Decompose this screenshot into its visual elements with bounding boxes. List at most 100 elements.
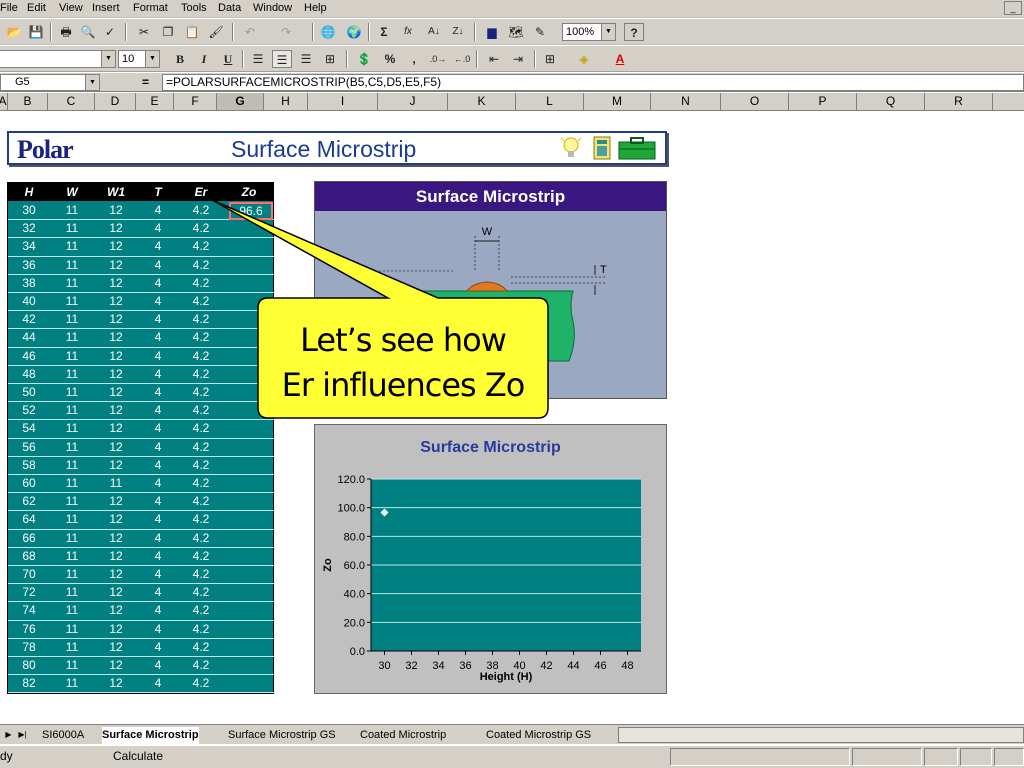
redo-icon[interactable]: ↷ bbox=[276, 23, 296, 41]
table-cell[interactable]: 4.2 bbox=[178, 585, 224, 599]
selected-cell[interactable]: 96.6 bbox=[229, 202, 273, 220]
undo-icon[interactable]: ↶ bbox=[240, 23, 260, 41]
table-cell[interactable]: 4 bbox=[138, 603, 178, 617]
table-cell[interactable]: 54 bbox=[8, 421, 50, 435]
table-cell[interactable]: 4 bbox=[138, 567, 178, 581]
table-cell[interactable]: 12 bbox=[94, 221, 138, 235]
table-cell[interactable]: 4 bbox=[138, 549, 178, 563]
formula-input[interactable]: =POLARSURFACEMICROSTRIP(B5,C5,D5,E5,F5) bbox=[162, 74, 1024, 91]
table-cell[interactable]: 82 bbox=[8, 676, 50, 690]
table-cell[interactable]: 11 bbox=[50, 367, 94, 381]
table-cell[interactable]: 12 bbox=[94, 440, 138, 454]
menu-data[interactable]: Data bbox=[218, 2, 241, 14]
print-icon[interactable]: 🖶 bbox=[56, 23, 76, 41]
table-cell[interactable]: 4.2 bbox=[178, 512, 224, 526]
table-cell[interactable]: 38 bbox=[8, 276, 50, 290]
column-header-k[interactable]: K bbox=[448, 93, 516, 110]
table-cell[interactable]: 44 bbox=[8, 330, 50, 344]
table-cell[interactable]: 11 bbox=[50, 403, 94, 417]
table-cell[interactable]: 4.2 bbox=[178, 549, 224, 563]
table-cell[interactable]: 12 bbox=[94, 603, 138, 617]
underline-button[interactable]: U bbox=[218, 50, 238, 68]
table-cell[interactable]: 48 bbox=[8, 367, 50, 381]
table-cell[interactable]: 36 bbox=[8, 258, 50, 272]
help-icon[interactable]: ? bbox=[624, 23, 644, 41]
format-painter-icon[interactable]: 🖌 bbox=[206, 23, 226, 41]
table-cell[interactable]: 60 bbox=[8, 476, 50, 490]
table-cell[interactable]: 11 bbox=[50, 585, 94, 599]
table-cell[interactable]: 42 bbox=[8, 312, 50, 326]
table-cell[interactable]: 11 bbox=[50, 640, 94, 654]
table-cell[interactable]: 4 bbox=[138, 203, 178, 217]
percent-button[interactable]: % bbox=[380, 50, 400, 68]
bold-button[interactable]: B bbox=[170, 50, 190, 68]
table-cell[interactable]: 4 bbox=[138, 294, 178, 308]
font-size-select[interactable]: 10 ▼ bbox=[118, 50, 160, 68]
table-cell[interactable]: 68 bbox=[8, 549, 50, 563]
table-cell[interactable]: 64 bbox=[8, 512, 50, 526]
lightbulb-icon[interactable] bbox=[560, 137, 582, 157]
table-cell[interactable]: 11 bbox=[50, 622, 94, 636]
align-left-icon[interactable]: ☰ bbox=[248, 50, 268, 68]
decrease-decimal-icon[interactable]: ←.0 bbox=[452, 50, 472, 68]
menu-insert[interactable]: Insert bbox=[92, 2, 120, 14]
table-cell[interactable]: 52 bbox=[8, 403, 50, 417]
table-cell[interactable]: 30 bbox=[8, 203, 50, 217]
table-cell[interactable]: 12 bbox=[94, 421, 138, 435]
table-cell[interactable]: 4 bbox=[138, 658, 178, 672]
toolbox-icon[interactable] bbox=[618, 137, 656, 160]
last-sheet-icon[interactable]: ▶| bbox=[16, 727, 29, 742]
table-cell[interactable]: 12 bbox=[94, 258, 138, 272]
table-cell[interactable]: 12 bbox=[94, 349, 138, 363]
column-header-n[interactable]: N bbox=[651, 93, 721, 110]
sheet-tab[interactable]: Coated Microstrip GS bbox=[486, 727, 591, 744]
table-cell[interactable]: 12 bbox=[94, 658, 138, 672]
table-cell[interactable]: 4 bbox=[138, 622, 178, 636]
column-header-d[interactable]: D bbox=[95, 93, 136, 110]
table-cell[interactable]: 12 bbox=[94, 403, 138, 417]
table-cell[interactable]: 4.2 bbox=[178, 403, 224, 417]
copy-icon[interactable]: ❐ bbox=[158, 23, 178, 41]
zoom-select[interactable]: 100% ▼ bbox=[562, 23, 616, 41]
drawing-icon[interactable]: ✎ bbox=[530, 23, 550, 41]
table-cell[interactable]: 4 bbox=[138, 276, 178, 290]
table-cell[interactable]: 4 bbox=[138, 385, 178, 399]
minimize-window-icon[interactable]: _ bbox=[1004, 1, 1022, 15]
table-cell[interactable]: 12 bbox=[94, 640, 138, 654]
chevron-down-icon[interactable]: ▼ bbox=[601, 24, 615, 40]
sheet-tab[interactable]: SI6000A bbox=[42, 727, 84, 744]
table-cell[interactable]: 58 bbox=[8, 458, 50, 472]
table-cell[interactable]: 4.2 bbox=[178, 603, 224, 617]
menu-edit[interactable]: Edit bbox=[27, 2, 46, 14]
table-cell[interactable]: 12 bbox=[94, 385, 138, 399]
table-cell[interactable]: 12 bbox=[94, 585, 138, 599]
horizontal-scrollbar[interactable] bbox=[618, 727, 1024, 743]
table-cell[interactable]: 4 bbox=[138, 494, 178, 508]
zo-chart[interactable]: Surface Microstrip 0.0 20.0 40.0 60.0 80.0 10… bbox=[314, 424, 667, 694]
web-toolbar-icon[interactable]: 🌍 bbox=[344, 23, 364, 41]
table-cell[interactable]: 4 bbox=[138, 330, 178, 344]
table-cell[interactable]: 12 bbox=[94, 676, 138, 690]
table-cell[interactable]: 4.2 bbox=[178, 330, 224, 344]
column-header-l[interactable]: L bbox=[516, 93, 584, 110]
table-cell[interactable]: 4 bbox=[138, 312, 178, 326]
table-cell[interactable]: 4.2 bbox=[178, 640, 224, 654]
table-cell[interactable]: 4.2 bbox=[178, 312, 224, 326]
column-header-p[interactable]: P bbox=[789, 93, 857, 110]
table-cell[interactable]: 4 bbox=[138, 531, 178, 545]
column-header-c[interactable]: C bbox=[48, 93, 95, 110]
column-header-q[interactable]: Q bbox=[857, 93, 925, 110]
table-cell[interactable]: 4.2 bbox=[178, 258, 224, 272]
chevron-down-icon[interactable]: ▼ bbox=[85, 75, 99, 90]
edit-formula-button[interactable]: = bbox=[142, 75, 149, 89]
table-cell[interactable]: 76 bbox=[8, 622, 50, 636]
table-cell[interactable]: 4.2 bbox=[178, 203, 224, 217]
table-cell[interactable]: 78 bbox=[8, 640, 50, 654]
column-header-m[interactable]: M bbox=[584, 93, 651, 110]
worksheet[interactable]: Polar Surface Microstrip H W W1 T Er Zo 30 11 1… bbox=[0, 112, 1024, 724]
table-cell[interactable]: 4 bbox=[138, 585, 178, 599]
paste-icon[interactable]: 📋 bbox=[182, 23, 202, 41]
table-cell[interactable]: 11 bbox=[50, 312, 94, 326]
borders-icon[interactable]: ⊞ bbox=[540, 50, 560, 68]
table-cell[interactable]: 11 bbox=[50, 294, 94, 308]
